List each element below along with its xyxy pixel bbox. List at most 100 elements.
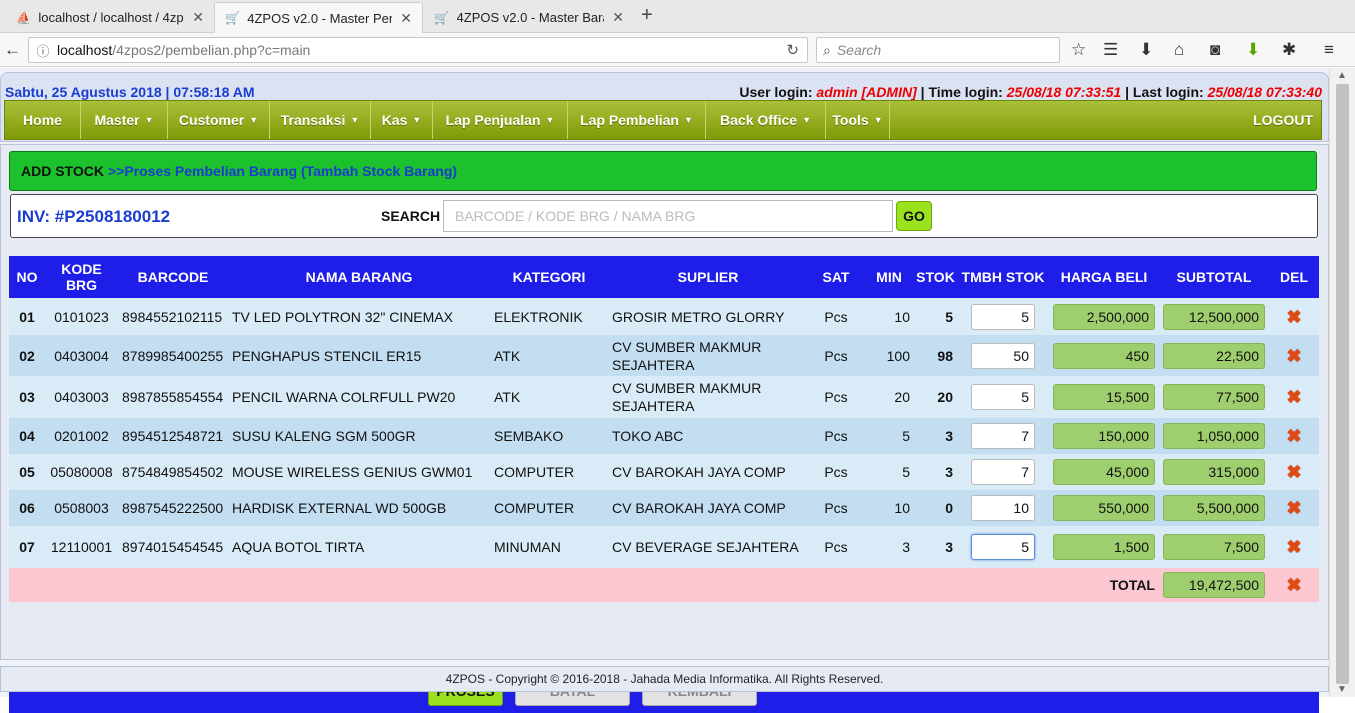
delete-all-icon[interactable]: ✖	[1273, 576, 1315, 594]
harga-beli-field[interactable]: 550,000	[1053, 495, 1155, 521]
table-row: 01 0101023 8984552102115 TV LED POLYTRON…	[9, 298, 1319, 335]
hamburger-menu-icon[interactable]: ≡	[1324, 40, 1334, 60]
tmbh-stok-input[interactable]	[971, 495, 1035, 521]
table-row: 03 0403003 8987855854554 PENCIL WARNA CO…	[9, 376, 1319, 418]
reading-list-icon[interactable]: ☰	[1103, 40, 1118, 60]
harga-beli-field[interactable]: 2,500,000	[1053, 303, 1155, 330]
close-tab-icon[interactable]: ✕	[400, 10, 412, 27]
time-login-value: 25/08/18 07:33:51	[1006, 84, 1122, 100]
bookmark-star-icon[interactable]: ☆	[1071, 40, 1086, 60]
reload-icon[interactable]: ↻	[786, 41, 799, 59]
invoice-search-panel: INV: #P2508180012 SEARCH GO	[10, 194, 1318, 238]
cell-sat: Pcs	[808, 418, 864, 454]
scroll-down-icon[interactable]: ▼	[1337, 684, 1347, 695]
menu-spacer	[890, 101, 1229, 139]
cell-no: 02	[9, 335, 45, 376]
col-header-nama-barang: NAMA BARANG	[228, 256, 490, 298]
cell-barcode: 8974015454545	[118, 526, 228, 568]
harga-beli-field[interactable]: 15,500	[1053, 384, 1155, 410]
cell-nama: PENCIL WARNA COLRFULL PW20	[228, 376, 490, 418]
cell-kode: 05080008	[45, 454, 118, 490]
browser-tab-pembelian[interactable]: 🛒 4ZPOS v2.0 - Master Pembeli ✕	[214, 2, 423, 33]
table-row: 06 0508003 8987545222500 HARDISK EXTERNA…	[9, 490, 1319, 526]
delete-icon[interactable]: ✖	[1273, 388, 1315, 406]
cell-barcode: 8754849854502	[118, 454, 228, 490]
delete-icon[interactable]: ✖	[1273, 308, 1315, 326]
extension-icon[interactable]: ✱	[1282, 40, 1296, 60]
delete-icon[interactable]: ✖	[1273, 463, 1315, 481]
pma-icon: ⛵	[16, 10, 32, 25]
cell-no: 05	[9, 454, 45, 490]
download-icon[interactable]: ⬇	[1139, 40, 1153, 60]
menu-master[interactable]: Master ▼	[81, 101, 168, 139]
menu-lap-pembelian[interactable]: Lap Pembelian ▼	[568, 101, 706, 139]
download-helper-icon[interactable]: ⬇	[1246, 40, 1260, 60]
harga-beli-field[interactable]: 450	[1053, 342, 1155, 369]
close-tab-icon[interactable]: ✕	[612, 9, 624, 26]
info-icon[interactable]: ⓘ	[29, 41, 57, 60]
url-host: localhost	[57, 42, 113, 58]
invoice-number: INV: #P2508180012	[17, 207, 171, 226]
harga-beli-field[interactable]: 150,000	[1053, 423, 1155, 449]
cell-kategori: COMPUTER	[490, 454, 608, 490]
addstock-key: ADD STOCK	[21, 163, 104, 179]
subtotal-field: 22,500	[1163, 342, 1265, 369]
cell-sat: Pcs	[808, 376, 864, 418]
product-search-input[interactable]	[443, 200, 893, 232]
pocket-icon[interactable]: ◙	[1210, 40, 1220, 60]
menu-tools[interactable]: Tools ▼	[826, 101, 890, 139]
total-value-field: 19,472,500	[1163, 572, 1265, 598]
tmbh-stok-input[interactable]	[971, 342, 1035, 369]
cell-stok: 5	[914, 298, 957, 335]
cell-nama: SUSU KALENG SGM 500GR	[228, 418, 490, 454]
table-row: 05 05080008 8754849854502 MOUSE WIRELESS…	[9, 454, 1319, 490]
close-tab-icon[interactable]: ✕	[192, 9, 204, 26]
delete-icon[interactable]: ✖	[1273, 427, 1315, 445]
cart-icon: 🛒	[225, 11, 241, 25]
cell-no: 06	[9, 490, 45, 526]
cell-min: 5	[864, 418, 914, 454]
menu-lap-penjualan[interactable]: Lap Penjualan ▼	[433, 101, 568, 139]
home-icon[interactable]: ⌂	[1174, 40, 1184, 60]
cell-no: 01	[9, 298, 45, 335]
cell-stok: 98	[914, 335, 957, 376]
cell-kategori: COMPUTER	[490, 490, 608, 526]
purchase-items-table: NO KODE BRG BARCODE NAMA BARANG KATEGORI…	[9, 256, 1319, 602]
col-header-no: NO	[9, 256, 45, 298]
harga-beli-field[interactable]: 45,000	[1053, 459, 1155, 485]
tmbh-stok-input[interactable]	[971, 384, 1035, 410]
menu-kas[interactable]: Kas ▼	[371, 101, 433, 139]
delete-icon[interactable]: ✖	[1273, 538, 1315, 556]
menu-transaksi[interactable]: Transaksi ▼	[270, 101, 371, 139]
url-bar[interactable]: ⓘ localhost/4zpos2/pembelian.php?c=main …	[28, 37, 808, 63]
tmbh-stok-input[interactable]	[971, 303, 1035, 330]
browser-search-box[interactable]: ⌕ Search	[816, 37, 1060, 63]
new-tab-icon[interactable]: +	[641, 4, 653, 27]
caret-down-icon: ▼	[249, 115, 259, 125]
tmbh-stok-input[interactable]	[971, 423, 1035, 449]
harga-beli-field[interactable]: 1,500	[1053, 534, 1155, 560]
subtotal-field: 12,500,000	[1163, 303, 1265, 330]
user-login-value: admin [ADMIN]	[816, 84, 917, 100]
table-row: 04 0201002 8954512548721 SUSU KALENG SGM…	[9, 418, 1319, 454]
back-icon[interactable]: ←	[4, 40, 21, 60]
menu-customer[interactable]: Customer ▼	[168, 101, 270, 139]
browser-tab-phpmyadmin[interactable]: ⛵ localhost / localhost / 4zpos ✕	[6, 2, 214, 33]
menu-back-office[interactable]: Back Office ▼	[706, 101, 826, 139]
tmbh-stok-input[interactable]	[971, 534, 1035, 560]
menu-home[interactable]: Home	[5, 101, 81, 139]
cell-stok: 3	[914, 418, 957, 454]
cell-kode: 0101023	[45, 298, 118, 335]
delete-icon[interactable]: ✖	[1273, 499, 1315, 517]
cell-suplier: CV BAROKAH JAYA COMP	[608, 454, 808, 490]
tmbh-stok-input[interactable]	[971, 459, 1035, 485]
caret-down-icon: ▼	[545, 115, 555, 125]
delete-icon[interactable]: ✖	[1273, 347, 1315, 365]
scrollbar-thumb[interactable]	[1336, 84, 1349, 684]
browser-tab-barang[interactable]: 🛒 4ZPOS v2.0 - Master Barang ✕	[424, 2, 634, 33]
time-login-label: Time login:	[928, 84, 1003, 100]
page-scrollbar[interactable]: ▲ ▼	[1329, 68, 1355, 697]
scroll-up-icon[interactable]: ▲	[1337, 70, 1347, 81]
logout-button[interactable]: LOGOUT	[1229, 101, 1321, 139]
go-button[interactable]: GO	[896, 201, 932, 231]
